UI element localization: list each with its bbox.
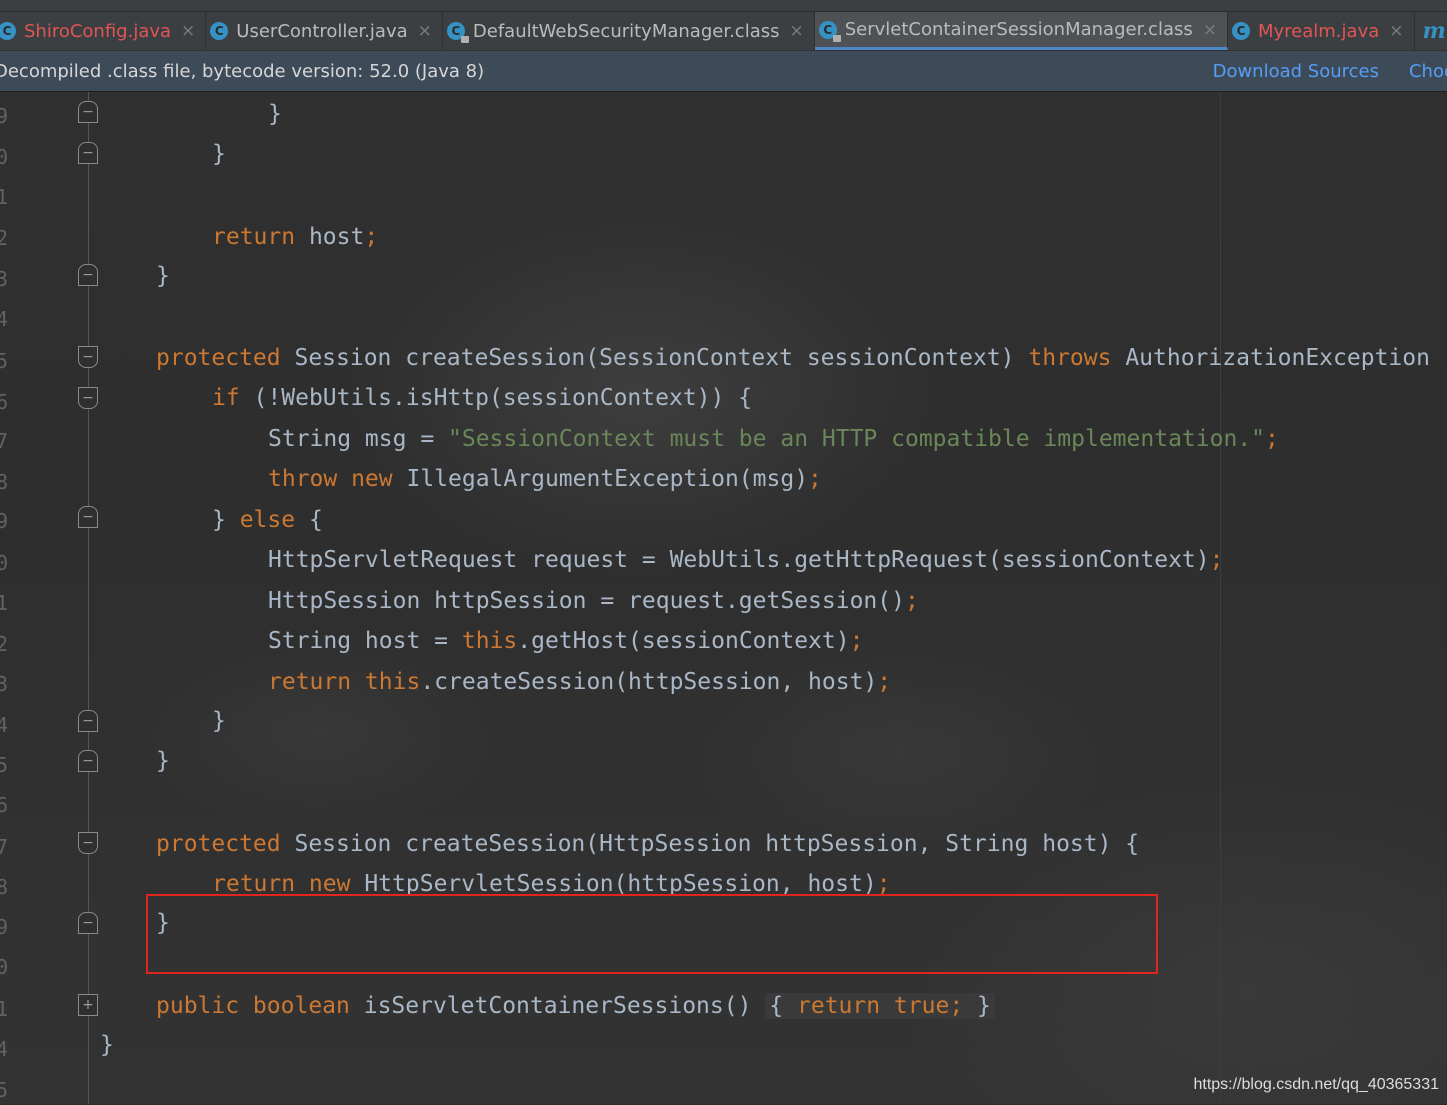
- code-line: }: [268, 96, 282, 132]
- line-number: 9: [0, 506, 16, 536]
- tab-label: ServletContainerSessionManager.class: [845, 19, 1193, 40]
- fold-end-icon[interactable]: −: [78, 506, 98, 528]
- line-number: 3: [0, 669, 16, 699]
- line-number: 5: [0, 1075, 16, 1105]
- code-line: }: [100, 1027, 114, 1063]
- window-top-strip: [0, 0, 1447, 12]
- tab-servletcontainersessionmanager[interactable]: C ServletContainerSessionManager.class ×: [815, 12, 1228, 50]
- decompiled-info-bar: Decompiled .class file, bytecode version…: [0, 51, 1447, 92]
- line-number: 1: [0, 994, 16, 1024]
- line-number: 1: [0, 588, 16, 618]
- line-number: 2: [0, 629, 16, 659]
- decompiled-notice: Decompiled .class file, bytecode version…: [0, 61, 1183, 82]
- tab-label: UserController.java: [236, 21, 407, 42]
- line-number: 4: [0, 304, 16, 334]
- fold-expand-icon[interactable]: +: [78, 994, 98, 1016]
- code-line: public boolean isServletContainerSession…: [156, 988, 995, 1024]
- line-number: 7: [0, 832, 16, 862]
- code-line: }: [156, 258, 170, 294]
- line-number: 4: [0, 710, 16, 740]
- code-line: return host;: [212, 219, 378, 255]
- line-number: 8: [0, 872, 16, 902]
- tab-defaultwebsecuritymanager[interactable]: C DefaultWebSecurityManager.class ×: [443, 12, 815, 50]
- fold-end-icon[interactable]: −: [78, 142, 98, 164]
- close-icon[interactable]: ×: [181, 21, 195, 41]
- code-line: HttpServletRequest request = WebUtils.ge…: [268, 542, 1223, 578]
- code-line: throw new IllegalArgumentException(msg);: [268, 461, 822, 497]
- code-line: String msg = "SessionContext must be an …: [268, 421, 1279, 457]
- maven-icon: m: [1423, 18, 1446, 44]
- line-number-gutter: 9 0 1 2 3 4 5 6 7 8 9 0 1 2 3 4 5 6 7 8 9 0 1 4 5: [0, 92, 20, 1104]
- line-number: 9: [0, 912, 16, 942]
- close-icon[interactable]: ×: [418, 21, 432, 41]
- line-number: 6: [0, 790, 16, 820]
- fold-end-icon[interactable]: −: [78, 101, 98, 123]
- code-line: HttpSession httpSession = request.getSes…: [268, 583, 919, 619]
- line-number: 8: [0, 467, 16, 497]
- tab-label: ShiroConfig.java: [24, 21, 171, 42]
- line-number: 0: [0, 548, 16, 578]
- tab-label: Myrealm.java: [1258, 21, 1379, 42]
- code-line: } else {: [212, 502, 323, 538]
- line-number: 5: [0, 346, 16, 376]
- close-icon[interactable]: ×: [790, 21, 804, 41]
- fold-end-icon[interactable]: −: [78, 710, 98, 732]
- class-icon: C: [210, 22, 228, 40]
- download-sources-link[interactable]: Download Sources: [1213, 61, 1379, 82]
- line-number: 7: [0, 426, 16, 456]
- code-line: }: [212, 703, 226, 739]
- line-number: 3: [0, 264, 16, 294]
- code-line: protected Session createSession(SessionC…: [156, 340, 1430, 376]
- tab-label: DefaultWebSecurityManager.class: [473, 21, 780, 42]
- close-icon[interactable]: ×: [1203, 20, 1217, 40]
- line-number: 0: [0, 142, 16, 172]
- folded-region[interactable]: { return true; }: [765, 993, 995, 1019]
- code-line: }: [156, 743, 170, 779]
- fold-end-icon[interactable]: −: [78, 264, 98, 286]
- class-icon: C: [0, 22, 16, 40]
- code-line: return this.createSession(httpSession, h…: [268, 664, 891, 700]
- tab-shiroconfig[interactable]: C ShiroConfig.java ×: [0, 12, 206, 50]
- code-line: }: [212, 136, 226, 172]
- fold-start-icon[interactable]: −: [78, 387, 98, 409]
- line-number: 5: [0, 750, 16, 780]
- right-margin-guide: [1220, 92, 1221, 1104]
- class-locked-icon: C: [819, 21, 837, 39]
- code-line: if (!WebUtils.isHttp(sessionContext)) {: [212, 380, 752, 416]
- line-number: 9: [0, 101, 16, 131]
- tab-au[interactable]: m au: [1415, 12, 1447, 50]
- annotation-highlight-box: [146, 894, 1158, 974]
- fold-end-icon[interactable]: −: [78, 912, 98, 934]
- close-icon[interactable]: ×: [1389, 21, 1403, 41]
- line-number: 1: [0, 182, 16, 212]
- class-icon: C: [1232, 22, 1250, 40]
- fold-end-icon[interactable]: −: [78, 750, 98, 772]
- watermark: https://blog.csdn.net/qq_40365331: [1193, 1076, 1439, 1094]
- line-number: 2: [0, 223, 16, 253]
- choose-sources-link[interactable]: Choo: [1409, 61, 1447, 82]
- fold-guide-line: [88, 92, 89, 1104]
- fold-start-icon[interactable]: −: [78, 832, 98, 854]
- editor-tab-bar: C ShiroConfig.java × C UserController.ja…: [0, 12, 1447, 51]
- line-number: 6: [0, 387, 16, 417]
- line-number: 4: [0, 1034, 16, 1064]
- tab-myrealm[interactable]: C Myrealm.java ×: [1228, 12, 1415, 50]
- code-line: String host = this.getHost(sessionContex…: [268, 623, 863, 659]
- line-number: 0: [0, 952, 16, 982]
- tab-usercontroller[interactable]: C UserController.java ×: [206, 12, 443, 50]
- code-line: protected Session createSession(HttpSess…: [156, 826, 1139, 862]
- class-locked-icon: C: [447, 22, 465, 40]
- fold-start-icon[interactable]: −: [78, 346, 98, 368]
